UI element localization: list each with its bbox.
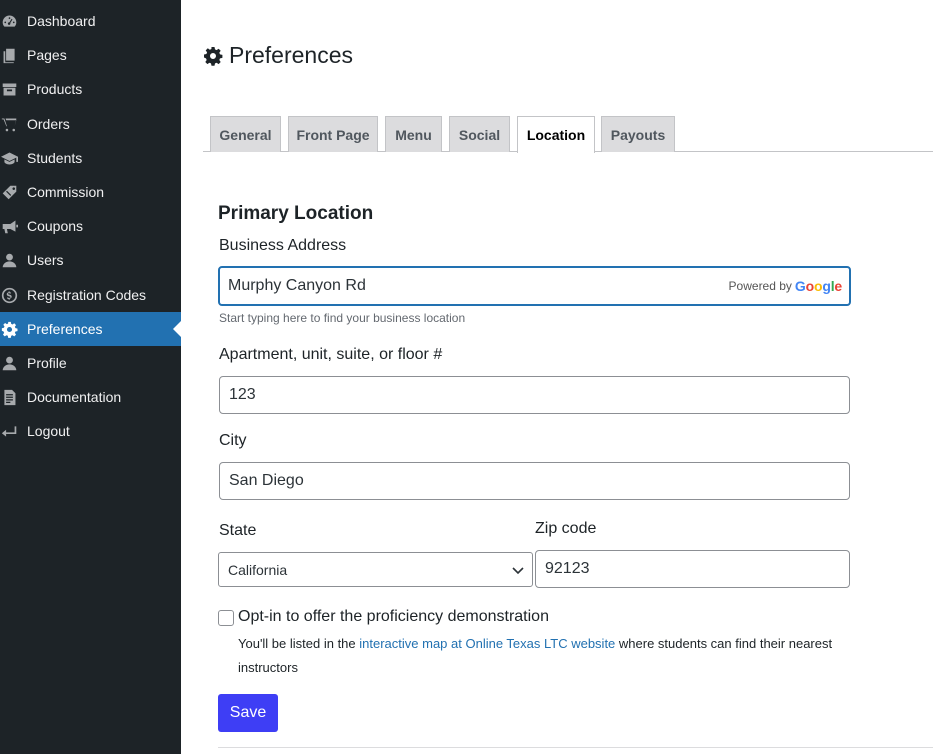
google-logo: Google bbox=[794, 278, 842, 294]
dashboard-icon bbox=[0, 12, 18, 30]
logout-icon bbox=[0, 422, 18, 440]
business-address-label: Business Address bbox=[219, 237, 347, 254]
sidebar-item-label: Students bbox=[27, 150, 83, 166]
business-address-value: Murphy Canyon Rd bbox=[228, 277, 366, 294]
archive-icon bbox=[0, 80, 18, 98]
tab-front-page[interactable]: Front Page bbox=[288, 116, 378, 152]
pages-icon bbox=[0, 46, 18, 64]
optin-label: Opt-in to offer the proficiency demonstr… bbox=[238, 608, 549, 625]
unit-label: Apartment, unit, suite, or floor # bbox=[219, 346, 443, 363]
tab-location[interactable]: Location bbox=[517, 116, 595, 153]
sidebar-item-label: Orders bbox=[27, 116, 70, 132]
tab-social[interactable]: Social bbox=[449, 116, 510, 152]
zip-value: 92123 bbox=[545, 560, 590, 577]
sidebar-item-label: Commission bbox=[27, 184, 105, 200]
tab-general[interactable]: General bbox=[210, 116, 281, 152]
optin-checkbox[interactable] bbox=[218, 610, 234, 626]
gear-icon bbox=[204, 46, 223, 66]
optin-note: You'll be listed in the interactive map … bbox=[238, 632, 838, 680]
dollar-circle-icon bbox=[0, 286, 18, 304]
sidebar-item-label: Users bbox=[27, 252, 64, 268]
sidebar-item-label: Products bbox=[27, 81, 83, 97]
section-title: Primary Location bbox=[218, 203, 374, 224]
page-title-text: Preferences bbox=[229, 42, 354, 68]
sidebar-item-products[interactable]: Products bbox=[0, 72, 181, 106]
user-icon bbox=[0, 354, 18, 372]
chevron-down-icon bbox=[512, 567, 524, 575]
city-input[interactable]: San Diego bbox=[219, 462, 850, 500]
sidebar-item-label: Dashboard bbox=[27, 13, 96, 29]
tab-bar: General Front Page Menu Social Location … bbox=[203, 116, 933, 153]
sidebar-item-label: Pages bbox=[27, 47, 67, 63]
sidebar-item-label: Logout bbox=[27, 423, 70, 439]
optin-note-before: You'll be listed in the bbox=[238, 636, 360, 651]
sidebar-item-label: Preferences bbox=[27, 321, 103, 337]
sidebar-item-profile[interactable]: Profile bbox=[0, 346, 181, 380]
document-icon bbox=[0, 388, 18, 406]
city-label: City bbox=[219, 432, 247, 449]
tab-menu[interactable]: Menu bbox=[385, 116, 442, 152]
business-address-help: Start typing here to find your business … bbox=[219, 311, 466, 325]
sidebar-item-preferences[interactable]: Preferences bbox=[0, 312, 181, 346]
divider bbox=[218, 747, 933, 748]
interactive-map-link[interactable]: interactive map at Online Texas LTC webs… bbox=[359, 636, 615, 651]
powered-by-text: Powered by bbox=[728, 279, 792, 293]
sidebar-item-label: Profile bbox=[27, 355, 67, 371]
sidebar-item-label: Coupons bbox=[27, 218, 84, 234]
sidebar-item-dashboard[interactable]: Dashboard bbox=[0, 4, 181, 38]
user-icon bbox=[0, 251, 18, 269]
sidebar-item-users[interactable]: Users bbox=[0, 243, 181, 277]
sidebar-item-students[interactable]: Students bbox=[0, 141, 181, 175]
city-value: San Diego bbox=[229, 472, 304, 489]
sidebar-item-pages[interactable]: Pages bbox=[0, 38, 181, 72]
state-value: California bbox=[228, 561, 288, 578]
sidebar-item-coupons[interactable]: Coupons bbox=[0, 209, 181, 243]
gear-icon bbox=[0, 320, 18, 338]
sidebar-item-commission[interactable]: Commission bbox=[0, 175, 181, 209]
unit-value: 123 bbox=[229, 386, 256, 403]
sidebar-item-registration-codes[interactable]: Registration Codes bbox=[0, 278, 181, 312]
save-button[interactable]: Save bbox=[218, 694, 278, 732]
state-label: State bbox=[219, 522, 257, 539]
sidebar-item-documentation[interactable]: Documentation bbox=[0, 380, 181, 414]
tag-icon bbox=[0, 183, 18, 201]
graduation-cap-icon bbox=[0, 149, 18, 167]
sidebar-item-orders[interactable]: Orders bbox=[0, 107, 181, 141]
page-title: Preferences bbox=[203, 42, 353, 69]
megaphone-icon bbox=[0, 217, 18, 235]
business-address-input[interactable]: Murphy Canyon Rd Powered by Google bbox=[218, 266, 851, 306]
sidebar-item-logout[interactable]: Logout bbox=[0, 414, 181, 448]
cart-icon bbox=[0, 115, 18, 133]
zip-label: Zip code bbox=[535, 520, 597, 537]
state-select[interactable]: California bbox=[218, 552, 533, 587]
sidebar-item-label: Documentation bbox=[27, 389, 122, 405]
zip-input[interactable]: 92123 bbox=[535, 550, 850, 588]
sidebar-item-label: Registration Codes bbox=[27, 287, 147, 303]
powered-by-google: Powered by Google bbox=[728, 278, 843, 294]
tab-payouts[interactable]: Payouts bbox=[601, 116, 675, 152]
sidebar: Dashboard Pages Products Orders Students… bbox=[0, 0, 181, 754]
unit-input[interactable]: 123 bbox=[219, 376, 850, 414]
